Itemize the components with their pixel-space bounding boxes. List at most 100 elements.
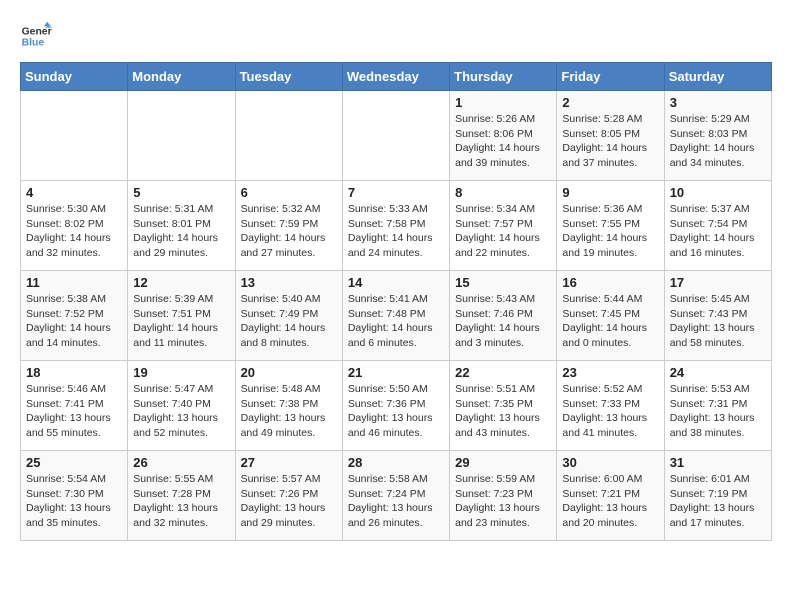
calendar-cell: 6 Sunrise: 5:32 AM Sunset: 7:59 PM Daylig…: [235, 181, 342, 271]
day-info: Sunrise: 6:00 AM Sunset: 7:21 PM Dayligh…: [562, 472, 658, 531]
calendar-cell: 2 Sunrise: 5:28 AM Sunset: 8:05 PM Daylig…: [557, 91, 664, 181]
calendar-cell: 4Sunrise: 5:30 AM Sunset: 8:02 PM Daylig…: [21, 181, 128, 271]
day-header-monday: Monday: [128, 63, 235, 91]
day-number: 17: [670, 275, 766, 290]
day-number: 6: [241, 185, 337, 200]
day-number: 13: [241, 275, 337, 290]
day-number: 23: [562, 365, 658, 380]
calendar-cell: 24 Sunrise: 5:53 AM Sunset: 7:31 PM Dayli…: [664, 361, 771, 451]
calendar-cell: 18Sunrise: 5:46 AM Sunset: 7:41 PM Dayli…: [21, 361, 128, 451]
day-info: Sunrise: 5:52 AM Sunset: 7:33 PM Dayligh…: [562, 382, 658, 441]
day-info: Sunrise: 5:34 AM Sunset: 7:57 PM Dayligh…: [455, 202, 551, 261]
day-number: 30: [562, 455, 658, 470]
day-header-friday: Friday: [557, 63, 664, 91]
day-number: 27: [241, 455, 337, 470]
day-number: 22: [455, 365, 551, 380]
day-number: 29: [455, 455, 551, 470]
day-number: 14: [348, 275, 444, 290]
day-number: 28: [348, 455, 444, 470]
day-info: Sunrise: 5:40 AM Sunset: 7:49 PM Dayligh…: [241, 292, 337, 351]
calendar-cell: 8 Sunrise: 5:34 AM Sunset: 7:57 PM Daylig…: [450, 181, 557, 271]
calendar-cell: 15 Sunrise: 5:43 AM Sunset: 7:46 PM Dayli…: [450, 271, 557, 361]
calendar-cell: 9Sunrise: 5:36 AM Sunset: 7:55 PM Daylig…: [557, 181, 664, 271]
day-header-thursday: Thursday: [450, 63, 557, 91]
calendar-cell: 1Sunrise: 5:26 AM Sunset: 8:06 PM Daylig…: [450, 91, 557, 181]
calendar-cell: 11Sunrise: 5:38 AM Sunset: 7:52 PM Dayli…: [21, 271, 128, 361]
calendar-cell: [21, 91, 128, 181]
day-number: 24: [670, 365, 766, 380]
calendar-cell: 23 Sunrise: 5:52 AM Sunset: 7:33 PM Dayli…: [557, 361, 664, 451]
day-header-wednesday: Wednesday: [342, 63, 449, 91]
day-info: Sunrise: 5:29 AM Sunset: 8:03 PM Dayligh…: [670, 112, 766, 171]
calendar-cell: [342, 91, 449, 181]
calendar-cell: [128, 91, 235, 181]
calendar-cell: 29 Sunrise: 5:59 AM Sunset: 7:23 PM Dayli…: [450, 451, 557, 541]
day-number: 2: [562, 95, 658, 110]
day-info: Sunrise: 5:33 AM Sunset: 7:58 PM Dayligh…: [348, 202, 444, 261]
day-number: 15: [455, 275, 551, 290]
day-info: Sunrise: 5:51 AM Sunset: 7:35 PM Dayligh…: [455, 382, 551, 441]
day-number: 3: [670, 95, 766, 110]
calendar-cell: 10Sunrise: 5:37 AM Sunset: 7:54 PM Dayli…: [664, 181, 771, 271]
day-info: Sunrise: 5:48 AM Sunset: 7:38 PM Dayligh…: [241, 382, 337, 441]
day-number: 10: [670, 185, 766, 200]
day-number: 9: [562, 185, 658, 200]
calendar-cell: 31 Sunrise: 6:01 AM Sunset: 7:19 PM Dayli…: [664, 451, 771, 541]
calendar-cell: 22 Sunrise: 5:51 AM Sunset: 7:35 PM Dayli…: [450, 361, 557, 451]
calendar-cell: 26 Sunrise: 5:55 AM Sunset: 7:28 PM Dayli…: [128, 451, 235, 541]
week-row-5: 25 Sunrise: 5:54 AM Sunset: 7:30 PM Dayli…: [21, 451, 772, 541]
calendar-cell: 28 Sunrise: 5:58 AM Sunset: 7:24 PM Dayli…: [342, 451, 449, 541]
calendar-cell: 14 Sunrise: 5:41 AM Sunset: 7:48 PM Dayli…: [342, 271, 449, 361]
day-number: 19: [133, 365, 229, 380]
day-info: Sunrise: 5:30 AM Sunset: 8:02 PM Dayligh…: [26, 202, 122, 261]
calendar-cell: 20Sunrise: 5:48 AM Sunset: 7:38 PM Dayli…: [235, 361, 342, 451]
day-info: Sunrise: 5:39 AM Sunset: 7:51 PM Dayligh…: [133, 292, 229, 351]
day-number: 7: [348, 185, 444, 200]
calendar-cell: 30 Sunrise: 6:00 AM Sunset: 7:21 PM Dayli…: [557, 451, 664, 541]
day-header-sunday: Sunday: [21, 63, 128, 91]
day-info: Sunrise: 5:59 AM Sunset: 7:23 PM Dayligh…: [455, 472, 551, 531]
day-number: 8: [455, 185, 551, 200]
calendar-cell: 13 Sunrise: 5:40 AM Sunset: 7:49 PM Dayli…: [235, 271, 342, 361]
day-info: Sunrise: 5:58 AM Sunset: 7:24 PM Dayligh…: [348, 472, 444, 531]
svg-text:General: General: [22, 26, 52, 37]
svg-text:Blue: Blue: [22, 38, 45, 49]
day-header-tuesday: Tuesday: [235, 63, 342, 91]
day-info: Sunrise: 5:55 AM Sunset: 7:28 PM Dayligh…: [133, 472, 229, 531]
day-info: Sunrise: 6:01 AM Sunset: 7:19 PM Dayligh…: [670, 472, 766, 531]
day-info: Sunrise: 5:44 AM Sunset: 7:45 PM Dayligh…: [562, 292, 658, 351]
day-info: Sunrise: 5:47 AM Sunset: 7:40 PM Dayligh…: [133, 382, 229, 441]
week-row-2: 4Sunrise: 5:30 AM Sunset: 8:02 PM Daylig…: [21, 181, 772, 271]
day-number: 25: [26, 455, 122, 470]
calendar-table: SundayMondayTuesdayWednesdayThursdayFrid…: [20, 62, 772, 541]
day-info: Sunrise: 5:31 AM Sunset: 8:01 PM Dayligh…: [133, 202, 229, 261]
day-info: Sunrise: 5:54 AM Sunset: 7:30 PM Dayligh…: [26, 472, 122, 531]
day-number: 12: [133, 275, 229, 290]
header-row: SundayMondayTuesdayWednesdayThursdayFrid…: [21, 63, 772, 91]
calendar-cell: 12 Sunrise: 5:39 AM Sunset: 7:51 PM Dayli…: [128, 271, 235, 361]
calendar-cell: 17 Sunrise: 5:45 AM Sunset: 7:43 PM Dayli…: [664, 271, 771, 361]
header: General Blue: [20, 20, 772, 52]
day-number: 26: [133, 455, 229, 470]
week-row-1: 1Sunrise: 5:26 AM Sunset: 8:06 PM Daylig…: [21, 91, 772, 181]
calendar-cell: 16Sunrise: 5:44 AM Sunset: 7:45 PM Dayli…: [557, 271, 664, 361]
day-number: 21: [348, 365, 444, 380]
day-info: Sunrise: 5:53 AM Sunset: 7:31 PM Dayligh…: [670, 382, 766, 441]
day-header-saturday: Saturday: [664, 63, 771, 91]
day-info: Sunrise: 5:28 AM Sunset: 8:05 PM Dayligh…: [562, 112, 658, 171]
calendar-cell: 27Sunrise: 5:57 AM Sunset: 7:26 PM Dayli…: [235, 451, 342, 541]
week-row-4: 18Sunrise: 5:46 AM Sunset: 7:41 PM Dayli…: [21, 361, 772, 451]
day-info: Sunrise: 5:43 AM Sunset: 7:46 PM Dayligh…: [455, 292, 551, 351]
day-number: 31: [670, 455, 766, 470]
day-number: 11: [26, 275, 122, 290]
calendar-cell: [235, 91, 342, 181]
day-info: Sunrise: 5:26 AM Sunset: 8:06 PM Dayligh…: [455, 112, 551, 171]
day-info: Sunrise: 5:41 AM Sunset: 7:48 PM Dayligh…: [348, 292, 444, 351]
calendar-cell: 21 Sunrise: 5:50 AM Sunset: 7:36 PM Dayli…: [342, 361, 449, 451]
day-info: Sunrise: 5:45 AM Sunset: 7:43 PM Dayligh…: [670, 292, 766, 351]
calendar-cell: 5Sunrise: 5:31 AM Sunset: 8:01 PM Daylig…: [128, 181, 235, 271]
calendar-cell: 7 Sunrise: 5:33 AM Sunset: 7:58 PM Daylig…: [342, 181, 449, 271]
calendar-cell: 19 Sunrise: 5:47 AM Sunset: 7:40 PM Dayli…: [128, 361, 235, 451]
day-info: Sunrise: 5:50 AM Sunset: 7:36 PM Dayligh…: [348, 382, 444, 441]
day-info: Sunrise: 5:32 AM Sunset: 7:59 PM Dayligh…: [241, 202, 337, 261]
